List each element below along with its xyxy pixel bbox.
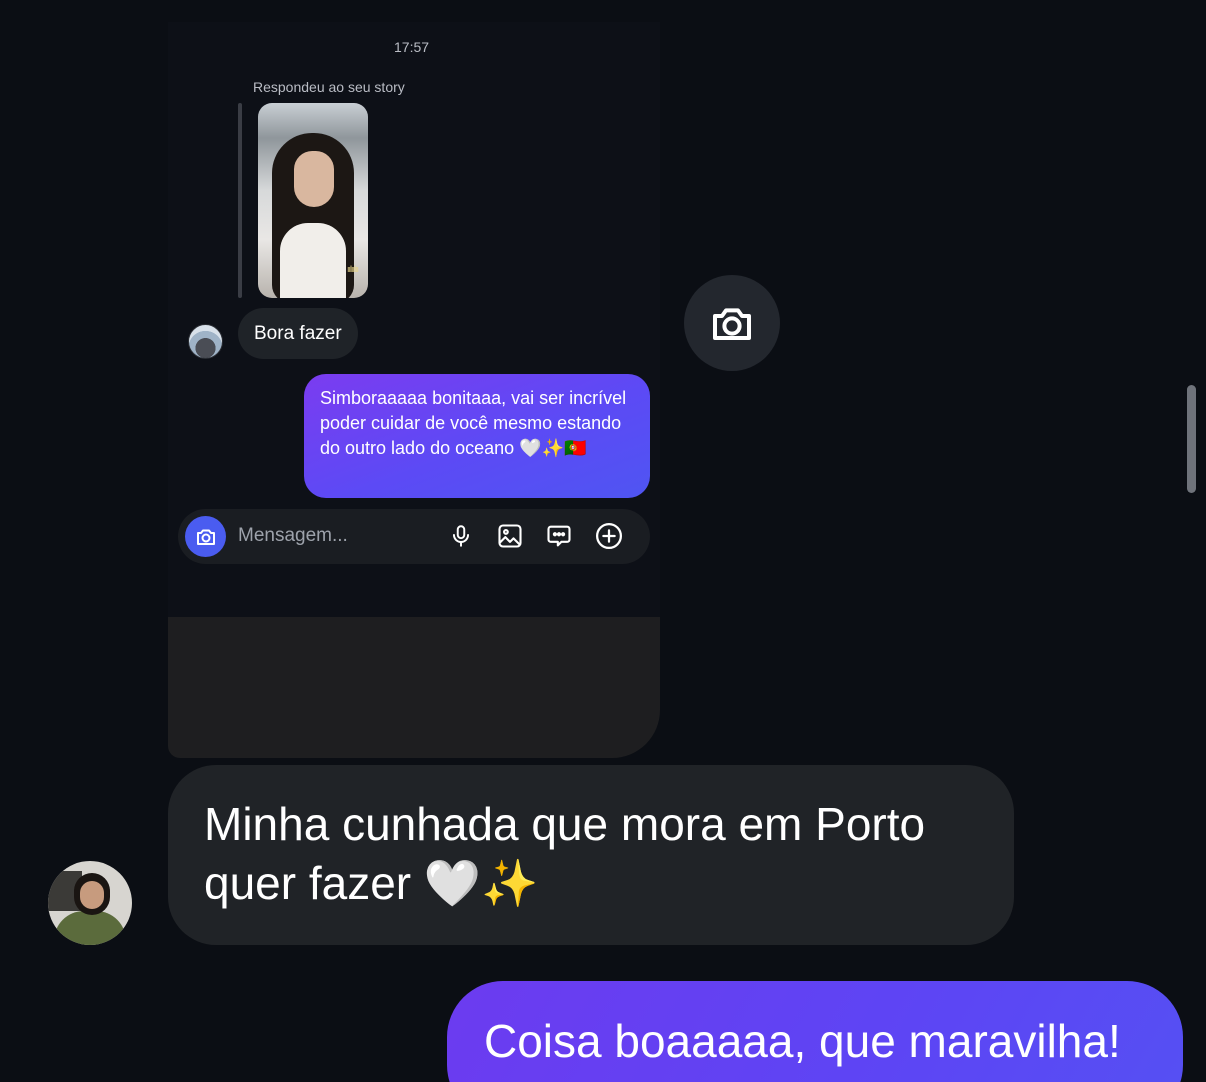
avatar[interactable] <box>48 861 132 945</box>
incoming-message-bubble[interactable]: Minha cunhada que mora em Porto quer faz… <box>168 765 1014 945</box>
avatar[interactable] <box>188 324 223 359</box>
message-text: Coisa boaaaaa, que maravilha! <box>484 1015 1121 1067</box>
sticker-icon[interactable] <box>544 521 574 551</box>
message-text: Bora fazer <box>254 322 342 344</box>
microphone-icon[interactable] <box>446 521 476 551</box>
story-reply-bar <box>238 103 242 298</box>
camera-icon <box>713 308 751 340</box>
outgoing-message-bubble[interactable]: Simboraaaaa bonitaaa, vai ser incrível p… <box>304 374 650 498</box>
message-text: Minha cunhada que mora em Porto quer faz… <box>204 798 926 909</box>
plus-circle-icon[interactable] <box>594 521 624 551</box>
story-thumbnail[interactable]: ıılıılıı <box>258 103 368 298</box>
chat-screen: 17:57 Respondeu ao seu story ıılıılıı Bo… <box>0 0 1206 1082</box>
audio-wave-indicator: ıılıılıı <box>346 264 359 274</box>
embedded-screenshot-footer <box>168 617 660 758</box>
message-composer: Mensagem... <box>178 509 650 564</box>
camera-button[interactable] <box>684 275 780 371</box>
message-timestamp: 17:57 <box>394 39 430 55</box>
outgoing-message-bubble[interactable]: Coisa boaaaaa, que maravilha! <box>447 981 1183 1082</box>
camera-icon <box>196 529 215 545</box>
incoming-message-bubble[interactable]: Bora fazer <box>238 308 358 359</box>
message-text: Simboraaaaa bonitaaa, vai ser incrível p… <box>320 388 627 458</box>
image-icon[interactable] <box>495 521 525 551</box>
scrollbar[interactable] <box>1187 385 1196 493</box>
camera-button[interactable] <box>185 516 226 557</box>
story-reply-label: Respondeu ao seu story <box>253 79 405 95</box>
message-input[interactable]: Mensagem... <box>238 525 348 547</box>
